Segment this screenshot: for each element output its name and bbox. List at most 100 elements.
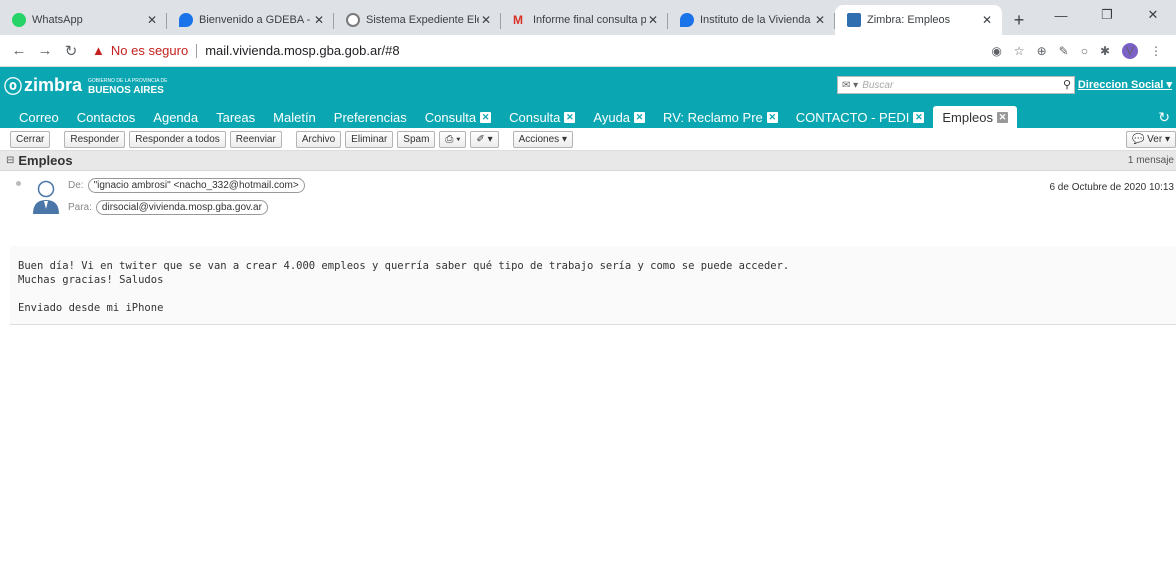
forward-icon[interactable]: →	[32, 42, 58, 59]
browser-tab-expediente[interactable]: Sistema Expediente Ele ✕	[334, 5, 501, 35]
close-icon[interactable]: ✕	[479, 13, 493, 27]
app-tabs: Correo Contactos Agenda Tareas Maletín P…	[0, 104, 1176, 128]
tab-tareas[interactable]: Tareas	[207, 106, 264, 128]
zimbra-logo[interactable]: ⓞ zimbra GOBIERNO DE LA PROVINCIA DE BUE…	[0, 73, 168, 99]
menu-dots-icon[interactable]: ⋮	[1150, 44, 1162, 58]
bookmark-star-icon[interactable]: ☆	[1014, 44, 1025, 58]
tab-consulta-2[interactable]: Consulta ✕	[500, 106, 584, 128]
tab-label: Bienvenido a GDEBA - C	[199, 14, 312, 26]
message-toolbar: Cerrar Responder Responder a todos Reenv…	[0, 128, 1176, 151]
puzzle-icon[interactable]: ✱	[1100, 44, 1110, 58]
close-tab-icon[interactable]: ✕	[766, 111, 778, 123]
browser-tab-gdeba[interactable]: Bienvenido a GDEBA - C ✕	[167, 5, 334, 35]
archive-button[interactable]: Archivo	[295, 130, 342, 148]
tab-label: Zimbra: Empleos	[867, 14, 951, 26]
address-bar-row: ← → ↻ ▲ No es seguro mail.vivienda.mosp.…	[0, 35, 1176, 67]
tab-label: CONTACTO - PEDI	[795, 109, 910, 125]
search-icon[interactable]: ⚲	[1063, 78, 1071, 91]
tab-label: Consulta	[424, 109, 477, 125]
close-icon[interactable]: ✕	[646, 13, 660, 27]
actions-button[interactable]: Acciones ▾	[512, 130, 573, 148]
warning-icon: ▲	[92, 43, 105, 58]
security-label[interactable]: No es seguro	[111, 43, 188, 58]
back-icon[interactable]: ←	[6, 42, 32, 59]
tracking-icon[interactable]: ◉	[991, 44, 1001, 58]
tab-contacto[interactable]: CONTACTO - PEDI ✕	[787, 106, 934, 128]
search-type-dropdown-icon[interactable]: ✉ ▾	[842, 80, 858, 91]
browser-tab-gmail[interactable]: M Informe final consulta p ✕	[501, 5, 668, 35]
close-tab-icon[interactable]: ✕	[634, 111, 646, 123]
close-icon[interactable]: ✕	[312, 13, 326, 27]
tab-label: Informe final consulta p	[533, 14, 646, 26]
reply-button[interactable]: Responder	[64, 130, 126, 148]
print-icon: ⎙ ▾	[445, 133, 461, 145]
address-input[interactable]: ▲ No es seguro mail.vivienda.mosp.gba.go…	[92, 38, 983, 64]
tab-reclamo[interactable]: RV: Reclamo Pre ✕	[654, 106, 787, 128]
refresh-icon[interactable]: ↻	[1158, 106, 1176, 128]
search-input[interactable]: ✉ ▾ Buscar ⚲	[837, 76, 1075, 94]
browser-tab-whatsapp[interactable]: WhatsApp ✕	[0, 5, 167, 35]
view-label: Ver	[1147, 134, 1163, 145]
from-label: De:	[68, 180, 84, 191]
gmail-icon: M	[513, 13, 523, 27]
tab-ayuda[interactable]: Ayuda ✕	[584, 106, 654, 128]
view-button[interactable]: 💬 Ver ▾	[1125, 131, 1176, 148]
tab-preferencias[interactable]: Preferencias	[325, 106, 416, 128]
user-name: Direccion Social	[1077, 79, 1164, 91]
minimize-icon[interactable]: —	[1038, 0, 1084, 30]
print-button[interactable]: ⎙ ▾	[439, 130, 467, 148]
logo-text: zimbra	[24, 75, 83, 95]
tab-correo[interactable]: Correo	[10, 106, 68, 128]
gdeba-icon	[179, 13, 193, 27]
close-icon[interactable]: ✕	[980, 13, 994, 27]
tab-contactos[interactable]: Contactos	[68, 106, 145, 128]
search-placeholder: Buscar	[862, 79, 894, 91]
tab-agenda[interactable]: Agenda	[144, 106, 207, 128]
to-label: Para:	[68, 202, 92, 213]
tab-label: Sistema Expediente Ele	[366, 14, 479, 26]
reload-icon[interactable]: ↻	[58, 42, 84, 60]
profile-avatar[interactable]: V	[1122, 42, 1138, 59]
restore-icon[interactable]: ❐	[1084, 0, 1130, 30]
tab-consulta-1[interactable]: Consulta ✕	[416, 106, 500, 128]
delete-button[interactable]: Eliminar	[345, 130, 394, 148]
close-icon[interactable]: ✕	[145, 13, 159, 27]
zimbra-logo-icon: ⓞ	[4, 76, 22, 97]
extension-icons: ◉ ☆ ⊕ ✎ ○ ✱ V ⋮	[991, 42, 1162, 59]
whatsapp-icon	[12, 13, 26, 27]
pen-icon[interactable]: ✎	[1059, 44, 1069, 58]
message-count: 1 mensaje	[1127, 155, 1174, 166]
view-icon: 💬	[1131, 134, 1145, 145]
close-icon[interactable]: ✕	[813, 13, 827, 27]
tab-maletin[interactable]: Maletín	[264, 106, 325, 128]
close-button[interactable]: Cerrar	[10, 130, 51, 148]
window-controls: — ❐ ✕	[1038, 0, 1176, 30]
close-window-icon[interactable]: ✕	[1130, 0, 1176, 30]
close-tab-icon[interactable]: ✕	[480, 111, 492, 123]
user-menu[interactable]: Direccion Social ▾	[1078, 78, 1172, 91]
collapse-icon[interactable]: ⊟	[6, 155, 14, 166]
tab-empleos[interactable]: Empleos ✕	[933, 106, 1017, 128]
close-tab-icon[interactable]: ✕	[564, 111, 576, 123]
close-tab-icon[interactable]: ✕	[913, 111, 925, 123]
circle-extension-icon[interactable]: ○	[1081, 44, 1088, 58]
reply-all-button[interactable]: Responder a todos	[129, 130, 226, 148]
read-status-icon[interactable]	[16, 181, 21, 186]
zoom-icon[interactable]: ⊕	[1037, 44, 1047, 58]
tag-button[interactable]: ✐ ▾	[470, 130, 499, 148]
browser-tab-zimbra[interactable]: Zimbra: Empleos ✕	[835, 5, 1002, 35]
forward-button[interactable]: Reenviar	[229, 130, 282, 148]
message-date: 6 de Octubre de 2020 10:13	[1049, 182, 1174, 193]
tab-label: Preferencias	[333, 109, 407, 125]
close-tab-icon[interactable]: ✕	[996, 111, 1008, 123]
from-address[interactable]: "ignacio ambrosi" <nacho_332@hotmail.com…	[87, 178, 305, 193]
browser-tab-instituto[interactable]: Instituto de la Vivienda ✕	[668, 5, 835, 35]
conversation-subject: Empleos	[18, 153, 73, 168]
url-text[interactable]: mail.vivienda.mosp.gba.gob.ar/#8	[205, 43, 399, 58]
to-address[interactable]: dirsocial@vivienda.mosp.gba.gov.ar	[95, 200, 268, 215]
tab-label: Instituto de la Vivienda	[700, 14, 811, 26]
tab-label: Maletín	[273, 109, 316, 125]
spam-button[interactable]: Spam	[397, 130, 436, 148]
new-tab-button[interactable]: +	[1004, 5, 1034, 35]
brand-main: BUENOS AIRES	[88, 84, 164, 96]
